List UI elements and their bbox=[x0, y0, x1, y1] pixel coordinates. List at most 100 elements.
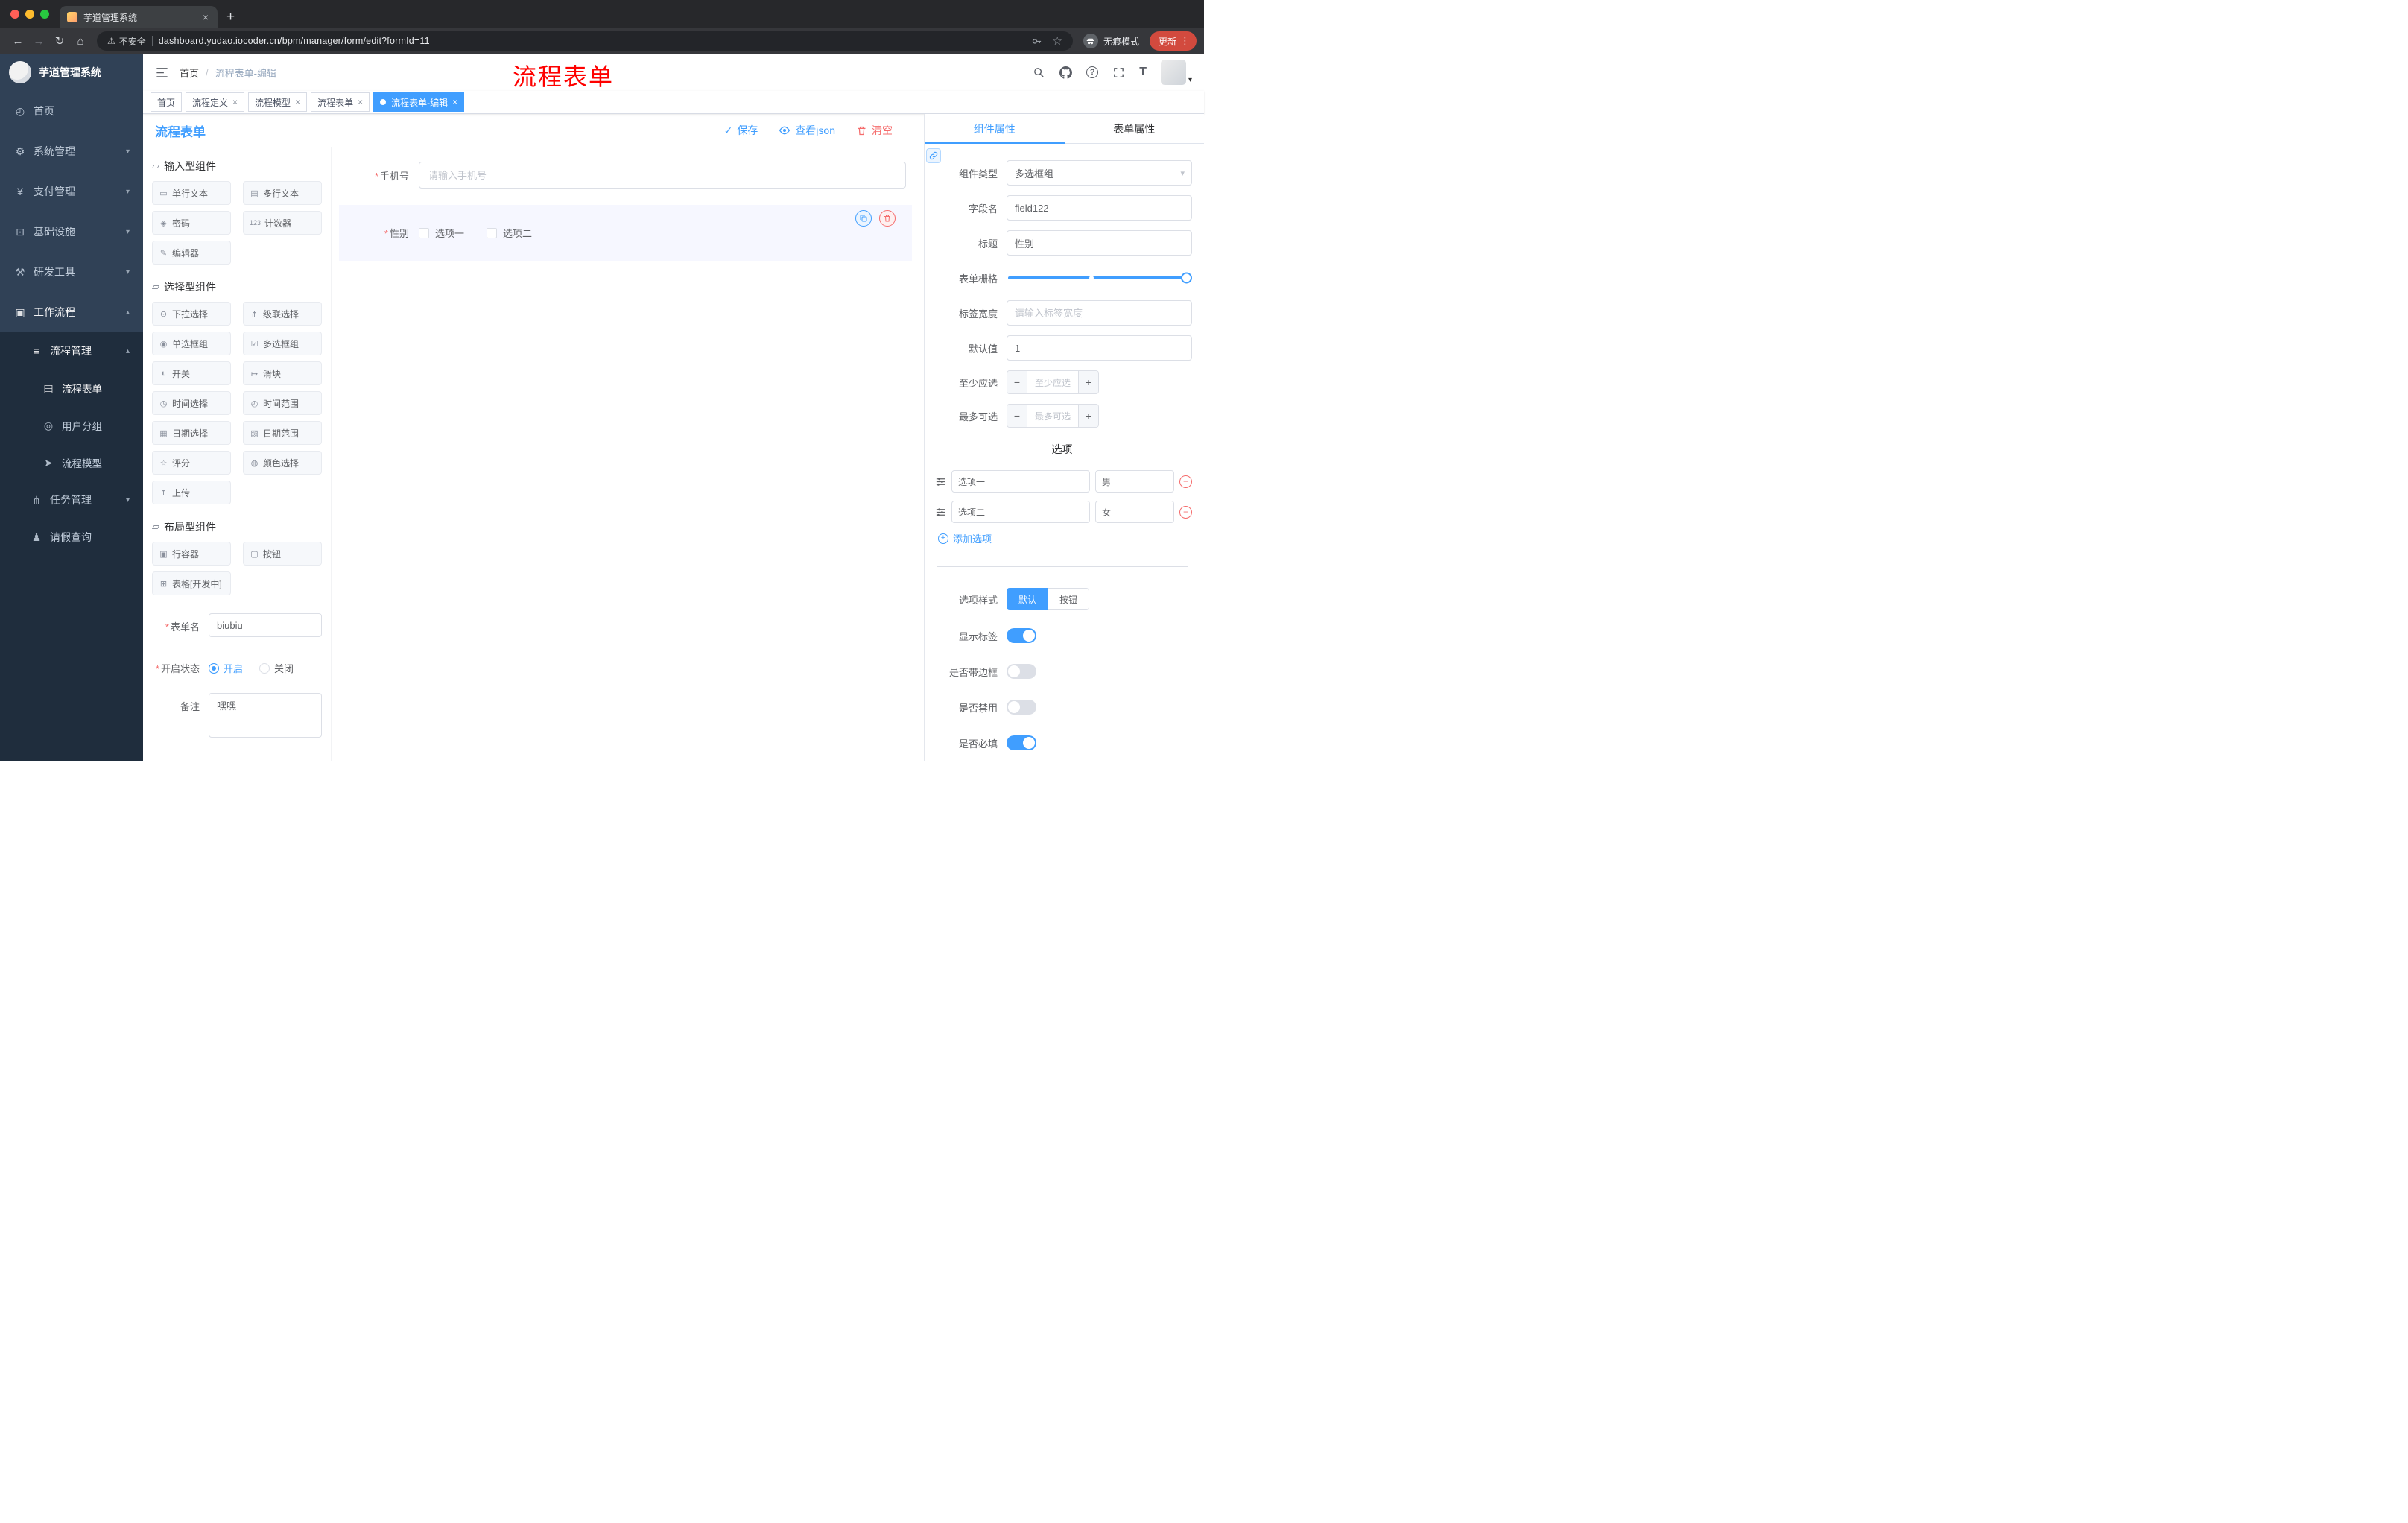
form-name-input[interactable] bbox=[209, 613, 322, 637]
bookmark-star-icon[interactable]: ☆ bbox=[1053, 34, 1062, 48]
component-chip-checkbox-group[interactable]: ☑ 多选框组 bbox=[243, 332, 322, 355]
new-tab-button[interactable]: + bbox=[226, 9, 235, 25]
window-minimize-button[interactable] bbox=[25, 10, 34, 19]
tag-process-model[interactable]: 流程模型 × bbox=[248, 92, 308, 112]
form-grid-slider[interactable] bbox=[1008, 272, 1192, 284]
option-label-input[interactable] bbox=[951, 501, 1090, 523]
browser-update-button[interactable]: 更新 ⋮ bbox=[1149, 31, 1197, 51]
component-chip-color-picker[interactable]: ◍ 颜色选择 bbox=[243, 451, 322, 475]
reload-icon[interactable]: ↻ bbox=[49, 31, 70, 51]
form-canvas[interactable]: *手机号 *性别 bbox=[331, 147, 924, 762]
user-menu[interactable]: ▾ bbox=[1160, 60, 1192, 85]
label-width-input[interactable] bbox=[1007, 300, 1192, 326]
gender-option1-checkbox[interactable]: 选项一 bbox=[419, 226, 464, 240]
style-button-button[interactable]: 按钮 bbox=[1048, 588, 1090, 610]
field-name-input[interactable] bbox=[1007, 195, 1192, 221]
component-chip-upload[interactable]: ↥ 上传 bbox=[152, 481, 231, 504]
forward-icon[interactable]: → bbox=[28, 31, 49, 51]
max-select-value[interactable]: 最多可选 bbox=[1027, 405, 1078, 427]
form-remark-textarea[interactable]: 嘿嘿 bbox=[209, 693, 322, 738]
view-json-button[interactable]: 查看json bbox=[779, 123, 835, 138]
sidebar-item-system[interactable]: ⚙ 系统管理 ▾ bbox=[0, 131, 143, 171]
remove-option-icon[interactable]: − bbox=[1179, 505, 1192, 519]
decrease-icon[interactable]: − bbox=[1007, 405, 1027, 427]
component-chip-table-wip[interactable]: ⊞ 表格[开发中] bbox=[152, 571, 231, 595]
sidebar-item-user-groups[interactable]: ◎ 用户分组 bbox=[0, 407, 143, 444]
drag-handle-icon[interactable] bbox=[935, 507, 946, 518]
sidebar-item-leave-query[interactable]: ♟ 请假查询 bbox=[0, 519, 143, 556]
font-size-icon[interactable]: T bbox=[1139, 66, 1147, 79]
save-button[interactable]: ✓ 保存 bbox=[724, 123, 758, 138]
hamburger-icon[interactable] bbox=[155, 66, 169, 80]
title-input[interactable] bbox=[1007, 230, 1192, 256]
delete-field-button[interactable] bbox=[879, 210, 896, 227]
disabled-switch[interactable] bbox=[1007, 700, 1036, 715]
sidebar-item-payment[interactable]: ¥ 支付管理 ▾ bbox=[0, 171, 143, 212]
component-chip-password[interactable]: ◈ 密码 bbox=[152, 211, 231, 235]
sidebar-item-infrastructure[interactable]: ⊡ 基础设施 ▾ bbox=[0, 212, 143, 252]
add-option-button[interactable]: + 添加选项 bbox=[938, 531, 1192, 545]
app-logo[interactable]: 芋道管理系统 bbox=[0, 54, 143, 91]
increase-icon[interactable]: + bbox=[1078, 405, 1098, 427]
tag-home[interactable]: 首页 bbox=[150, 92, 183, 112]
duplicate-field-button[interactable] bbox=[855, 210, 872, 227]
with-border-switch[interactable] bbox=[1007, 664, 1036, 679]
component-chip-editor[interactable]: ✎ 编辑器 bbox=[152, 241, 231, 265]
increase-icon[interactable]: + bbox=[1078, 371, 1098, 393]
component-chip-row-container[interactable]: ▣ 行容器 bbox=[152, 542, 231, 566]
gender-option2-checkbox[interactable]: 选项二 bbox=[487, 226, 532, 240]
close-icon[interactable]: × bbox=[232, 97, 238, 107]
show-label-switch[interactable] bbox=[1007, 628, 1036, 643]
home-icon[interactable]: ⌂ bbox=[70, 31, 91, 51]
component-type-select[interactable]: 多选框组 ▾ bbox=[1007, 160, 1192, 186]
component-chip-button[interactable]: ▢ 按钮 bbox=[243, 542, 322, 566]
min-select-stepper[interactable]: − 至少应选 + bbox=[1007, 370, 1099, 394]
component-chip-rate[interactable]: ☆ 评分 bbox=[152, 451, 231, 475]
menu-kebab-icon[interactable]: ⋮ bbox=[1180, 35, 1190, 47]
component-chip-multi-line-text[interactable]: ▤ 多行文本 bbox=[243, 181, 322, 205]
component-chip-switch[interactable]: ◐ 开关 bbox=[152, 361, 231, 385]
close-icon[interactable]: × bbox=[452, 97, 457, 107]
max-select-stepper[interactable]: − 最多可选 + bbox=[1007, 404, 1099, 428]
remove-option-icon[interactable]: − bbox=[1179, 475, 1192, 488]
component-chip-slider[interactable]: ↦ 滑块 bbox=[243, 361, 322, 385]
style-default-button[interactable]: 默认 bbox=[1007, 588, 1049, 610]
address-bar[interactable]: ⚠ 不安全 dashboard.yudao.iocoder.cn/bpm/man… bbox=[97, 31, 1073, 51]
tag-process-form[interactable]: 流程表单 × bbox=[311, 92, 370, 112]
window-close-button[interactable] bbox=[10, 10, 19, 19]
breadcrumb-home[interactable]: 首页 bbox=[180, 66, 199, 80]
drag-handle-icon[interactable] bbox=[935, 476, 946, 487]
option-value-input[interactable] bbox=[1095, 470, 1174, 493]
option-value-input[interactable] bbox=[1095, 501, 1174, 523]
required-switch[interactable] bbox=[1007, 735, 1036, 750]
sidebar-item-process-form[interactable]: ▤ 流程表单 bbox=[0, 370, 143, 407]
sidebar-item-home[interactable]: ◴ 首页 bbox=[0, 91, 143, 131]
sidebar-item-workflow[interactable]: ▣ 工作流程 ▴ bbox=[0, 292, 143, 332]
component-chip-single-line-text[interactable]: ▭ 单行文本 bbox=[152, 181, 231, 205]
close-icon[interactable]: × bbox=[358, 97, 363, 107]
browser-tab[interactable]: 芋道管理系统 × bbox=[60, 6, 218, 28]
close-icon[interactable]: × bbox=[295, 97, 300, 107]
github-icon[interactable] bbox=[1059, 66, 1073, 79]
component-chip-dropdown[interactable]: ⊙ 下拉选择 bbox=[152, 302, 231, 326]
status-off-radio[interactable]: 关闭 bbox=[259, 661, 294, 675]
canvas-field-gender-selected[interactable]: * 性别 选项一 选项二 bbox=[339, 205, 912, 261]
component-chip-date-picker[interactable]: ▦ 日期选择 bbox=[152, 421, 231, 445]
tag-process-form-edit[interactable]: 流程表单-编辑 × bbox=[373, 92, 465, 112]
link-icon[interactable] bbox=[926, 148, 941, 163]
clear-button[interactable]: 清空 bbox=[856, 123, 893, 138]
slider-handle[interactable] bbox=[1181, 272, 1192, 284]
sidebar-item-process-model[interactable]: ➤ 流程模型 bbox=[0, 444, 143, 481]
min-select-value[interactable]: 至少应选 bbox=[1027, 371, 1078, 393]
canvas-field-phone[interactable]: * 手机号 bbox=[339, 156, 912, 194]
component-chip-cascader[interactable]: ⋔ 级联选择 bbox=[243, 302, 322, 326]
tab-form-props[interactable]: 表单属性 bbox=[1065, 114, 1205, 143]
option-label-input[interactable] bbox=[951, 470, 1090, 493]
phone-input[interactable] bbox=[419, 162, 906, 189]
sidebar-item-task-management[interactable]: ⋔ 任务管理 ▾ bbox=[0, 481, 143, 519]
component-chip-counter[interactable]: 123 计数器 bbox=[243, 211, 322, 235]
component-chip-time-picker[interactable]: ◷ 时间选择 bbox=[152, 391, 231, 415]
component-chip-time-range[interactable]: ◴ 时间范围 bbox=[243, 391, 322, 415]
site-security-badge[interactable]: ⚠ 不安全 bbox=[107, 35, 146, 48]
help-icon[interactable]: ? bbox=[1086, 66, 1099, 78]
